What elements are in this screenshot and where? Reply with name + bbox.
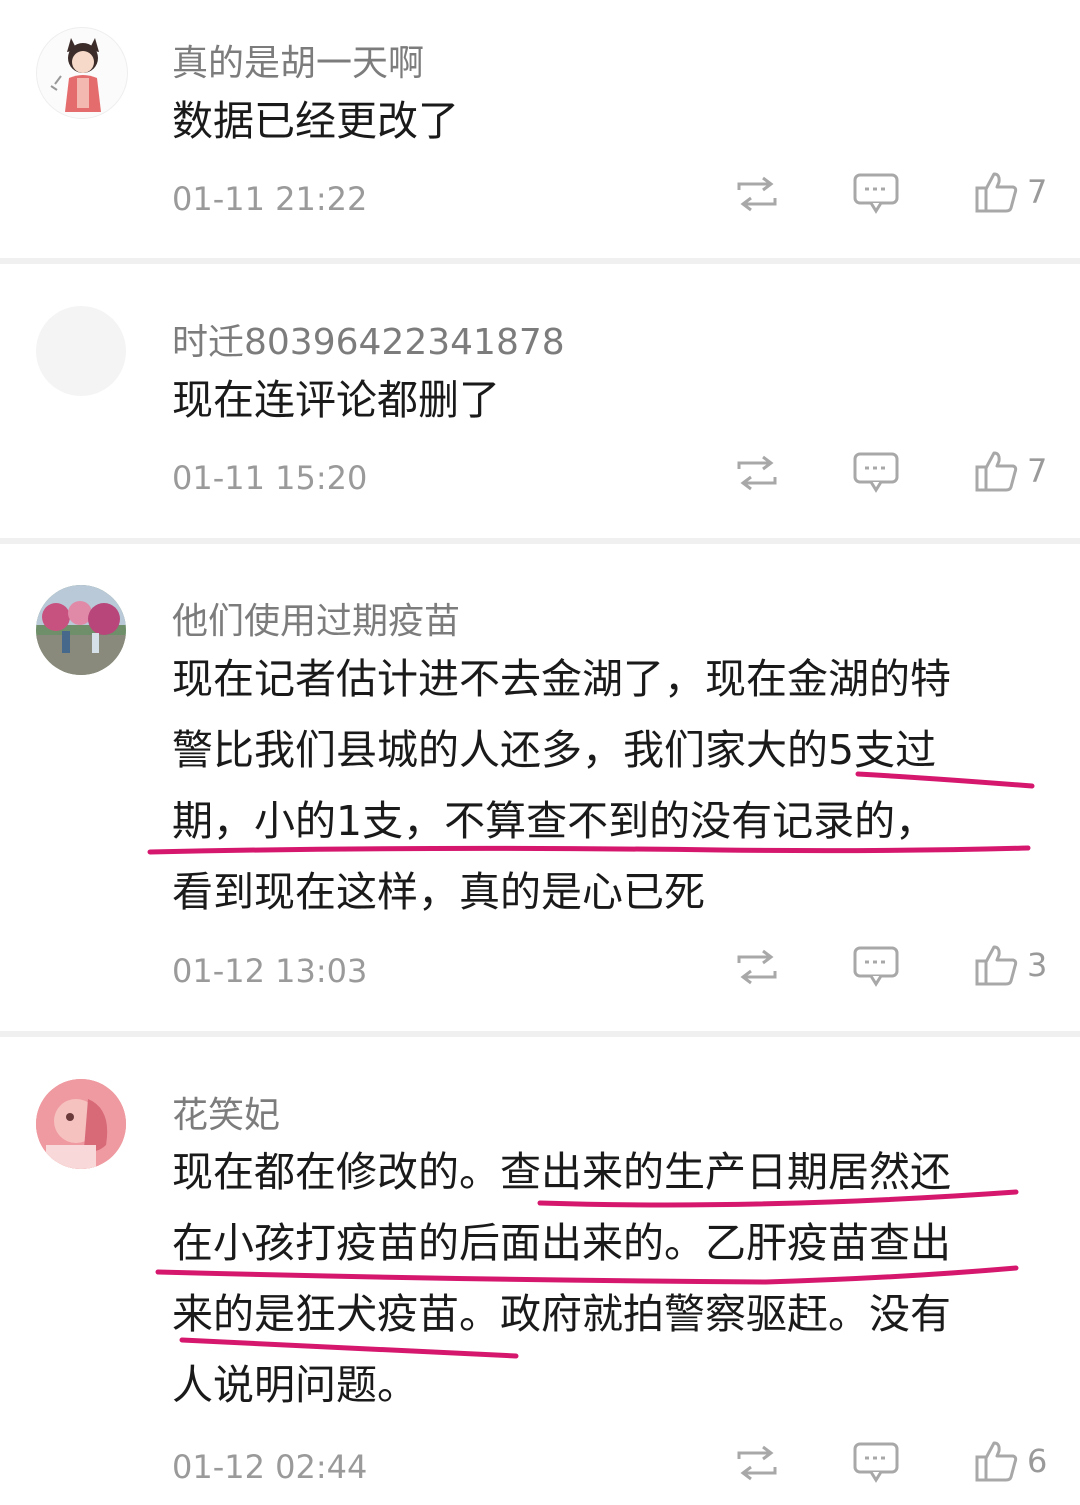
like-button[interactable]: 7 xyxy=(975,449,1047,493)
comment-body: 现在都在修改的。查出来的生产日期居然还 在小孩打疫苗的后面出来的。乙肝疫苗查出 … xyxy=(172,1137,1042,1421)
avatar[interactable] xyxy=(36,1079,126,1169)
comment-text-line: 来的是狂犬疫苗。政府就拍警察驱赶。没有 xyxy=(172,1290,951,1338)
repost-button[interactable] xyxy=(733,453,781,493)
comment-text-line: 现在都在修改的。查出来的生产日期居然还 xyxy=(172,1148,951,1196)
comment-item: 他们使用过期疫苗 现在记者估计进不去金湖了，现在金湖的特 警比我们县城的人还多，… xyxy=(0,544,1080,1031)
comment-body: 数据已经更改了 xyxy=(172,86,1042,157)
repost-button[interactable] xyxy=(733,1443,781,1483)
like-count: 7 xyxy=(1027,452,1048,490)
thumbs-up-icon xyxy=(975,945,1018,986)
comment-timestamp: 01-11 15:20 xyxy=(172,459,368,497)
avatar[interactable] xyxy=(36,27,128,119)
comment-username[interactable]: 真的是胡一天啊 xyxy=(172,34,424,86)
thumbs-up-icon xyxy=(975,1441,1018,1482)
comment-body: 现在连评论都删了 xyxy=(172,365,1042,436)
reply-button[interactable] xyxy=(853,1441,899,1485)
comment-bubble-icon xyxy=(853,452,899,493)
repost-button[interactable] xyxy=(733,947,781,987)
comment-timestamp: 01-12 02:44 xyxy=(172,1448,368,1486)
like-button[interactable]: 6 xyxy=(975,1439,1047,1483)
comment-text-line: 警比我们县城的人还多，我们家大的5支过 xyxy=(172,726,937,774)
like-button[interactable]: 7 xyxy=(975,170,1047,214)
comment-text-line: 数据已经更改了 xyxy=(172,97,459,145)
comment-username[interactable]: 花笑妃 xyxy=(172,1086,280,1138)
comment-text-line: 期，小的1支，不算查不到的没有记录的， xyxy=(172,797,937,845)
comment-text-line: 人说明问题。 xyxy=(172,1361,418,1409)
repost-icon xyxy=(737,949,777,985)
comment-text-line: 现在记者估计进不去金湖了，现在金湖的特 xyxy=(172,655,951,703)
comment-item: 时迁80396422341878 现在连评论都删了 01-11 15:20 7 xyxy=(0,264,1080,538)
comment-username[interactable]: 他们使用过期疫苗 xyxy=(172,592,460,644)
comment-text-line: 现在连评论都删了 xyxy=(172,376,500,424)
comment-bubble-icon xyxy=(853,173,899,214)
thumbs-up-icon xyxy=(975,172,1018,213)
comment-timestamp: 01-12 13:03 xyxy=(172,952,368,990)
comment-timestamp: 01-11 21:22 xyxy=(172,180,368,218)
comment-item: 真的是胡一天啊 数据已经更改了 01-11 21:22 7 xyxy=(0,0,1080,258)
repost-icon xyxy=(737,176,777,212)
comment-feed: 真的是胡一天啊 数据已经更改了 01-11 21:22 7 时迁80396422… xyxy=(0,0,1080,1505)
like-button[interactable]: 3 xyxy=(975,943,1047,987)
comment-item: 花笑妃 现在都在修改的。查出来的生产日期居然还 在小孩打疫苗的后面出来的。乙肝疫… xyxy=(0,1037,1080,1505)
repost-icon xyxy=(737,455,777,491)
avatar[interactable] xyxy=(36,585,126,675)
comment-body: 现在记者估计进不去金湖了，现在金湖的特 警比我们县城的人还多，我们家大的5支过 … xyxy=(172,644,1042,928)
reply-button[interactable] xyxy=(853,945,899,989)
reply-button[interactable] xyxy=(853,172,899,216)
comment-username[interactable]: 时迁80396422341878 xyxy=(172,313,565,365)
repost-button[interactable] xyxy=(733,174,781,214)
like-count: 6 xyxy=(1027,1442,1048,1480)
reply-button[interactable] xyxy=(853,451,899,495)
like-count: 7 xyxy=(1027,173,1048,211)
like-count: 3 xyxy=(1027,946,1048,984)
comment-bubble-icon xyxy=(853,1442,899,1483)
thumbs-up-icon xyxy=(975,451,1018,492)
comment-text-line: 在小孩打疫苗的后面出来的。乙肝疫苗查出 xyxy=(172,1219,951,1267)
comment-text-line: 看到现在这样，真的是心已死 xyxy=(172,868,705,916)
avatar[interactable] xyxy=(36,306,126,396)
repost-icon xyxy=(737,1445,777,1481)
comment-bubble-icon xyxy=(853,946,899,987)
